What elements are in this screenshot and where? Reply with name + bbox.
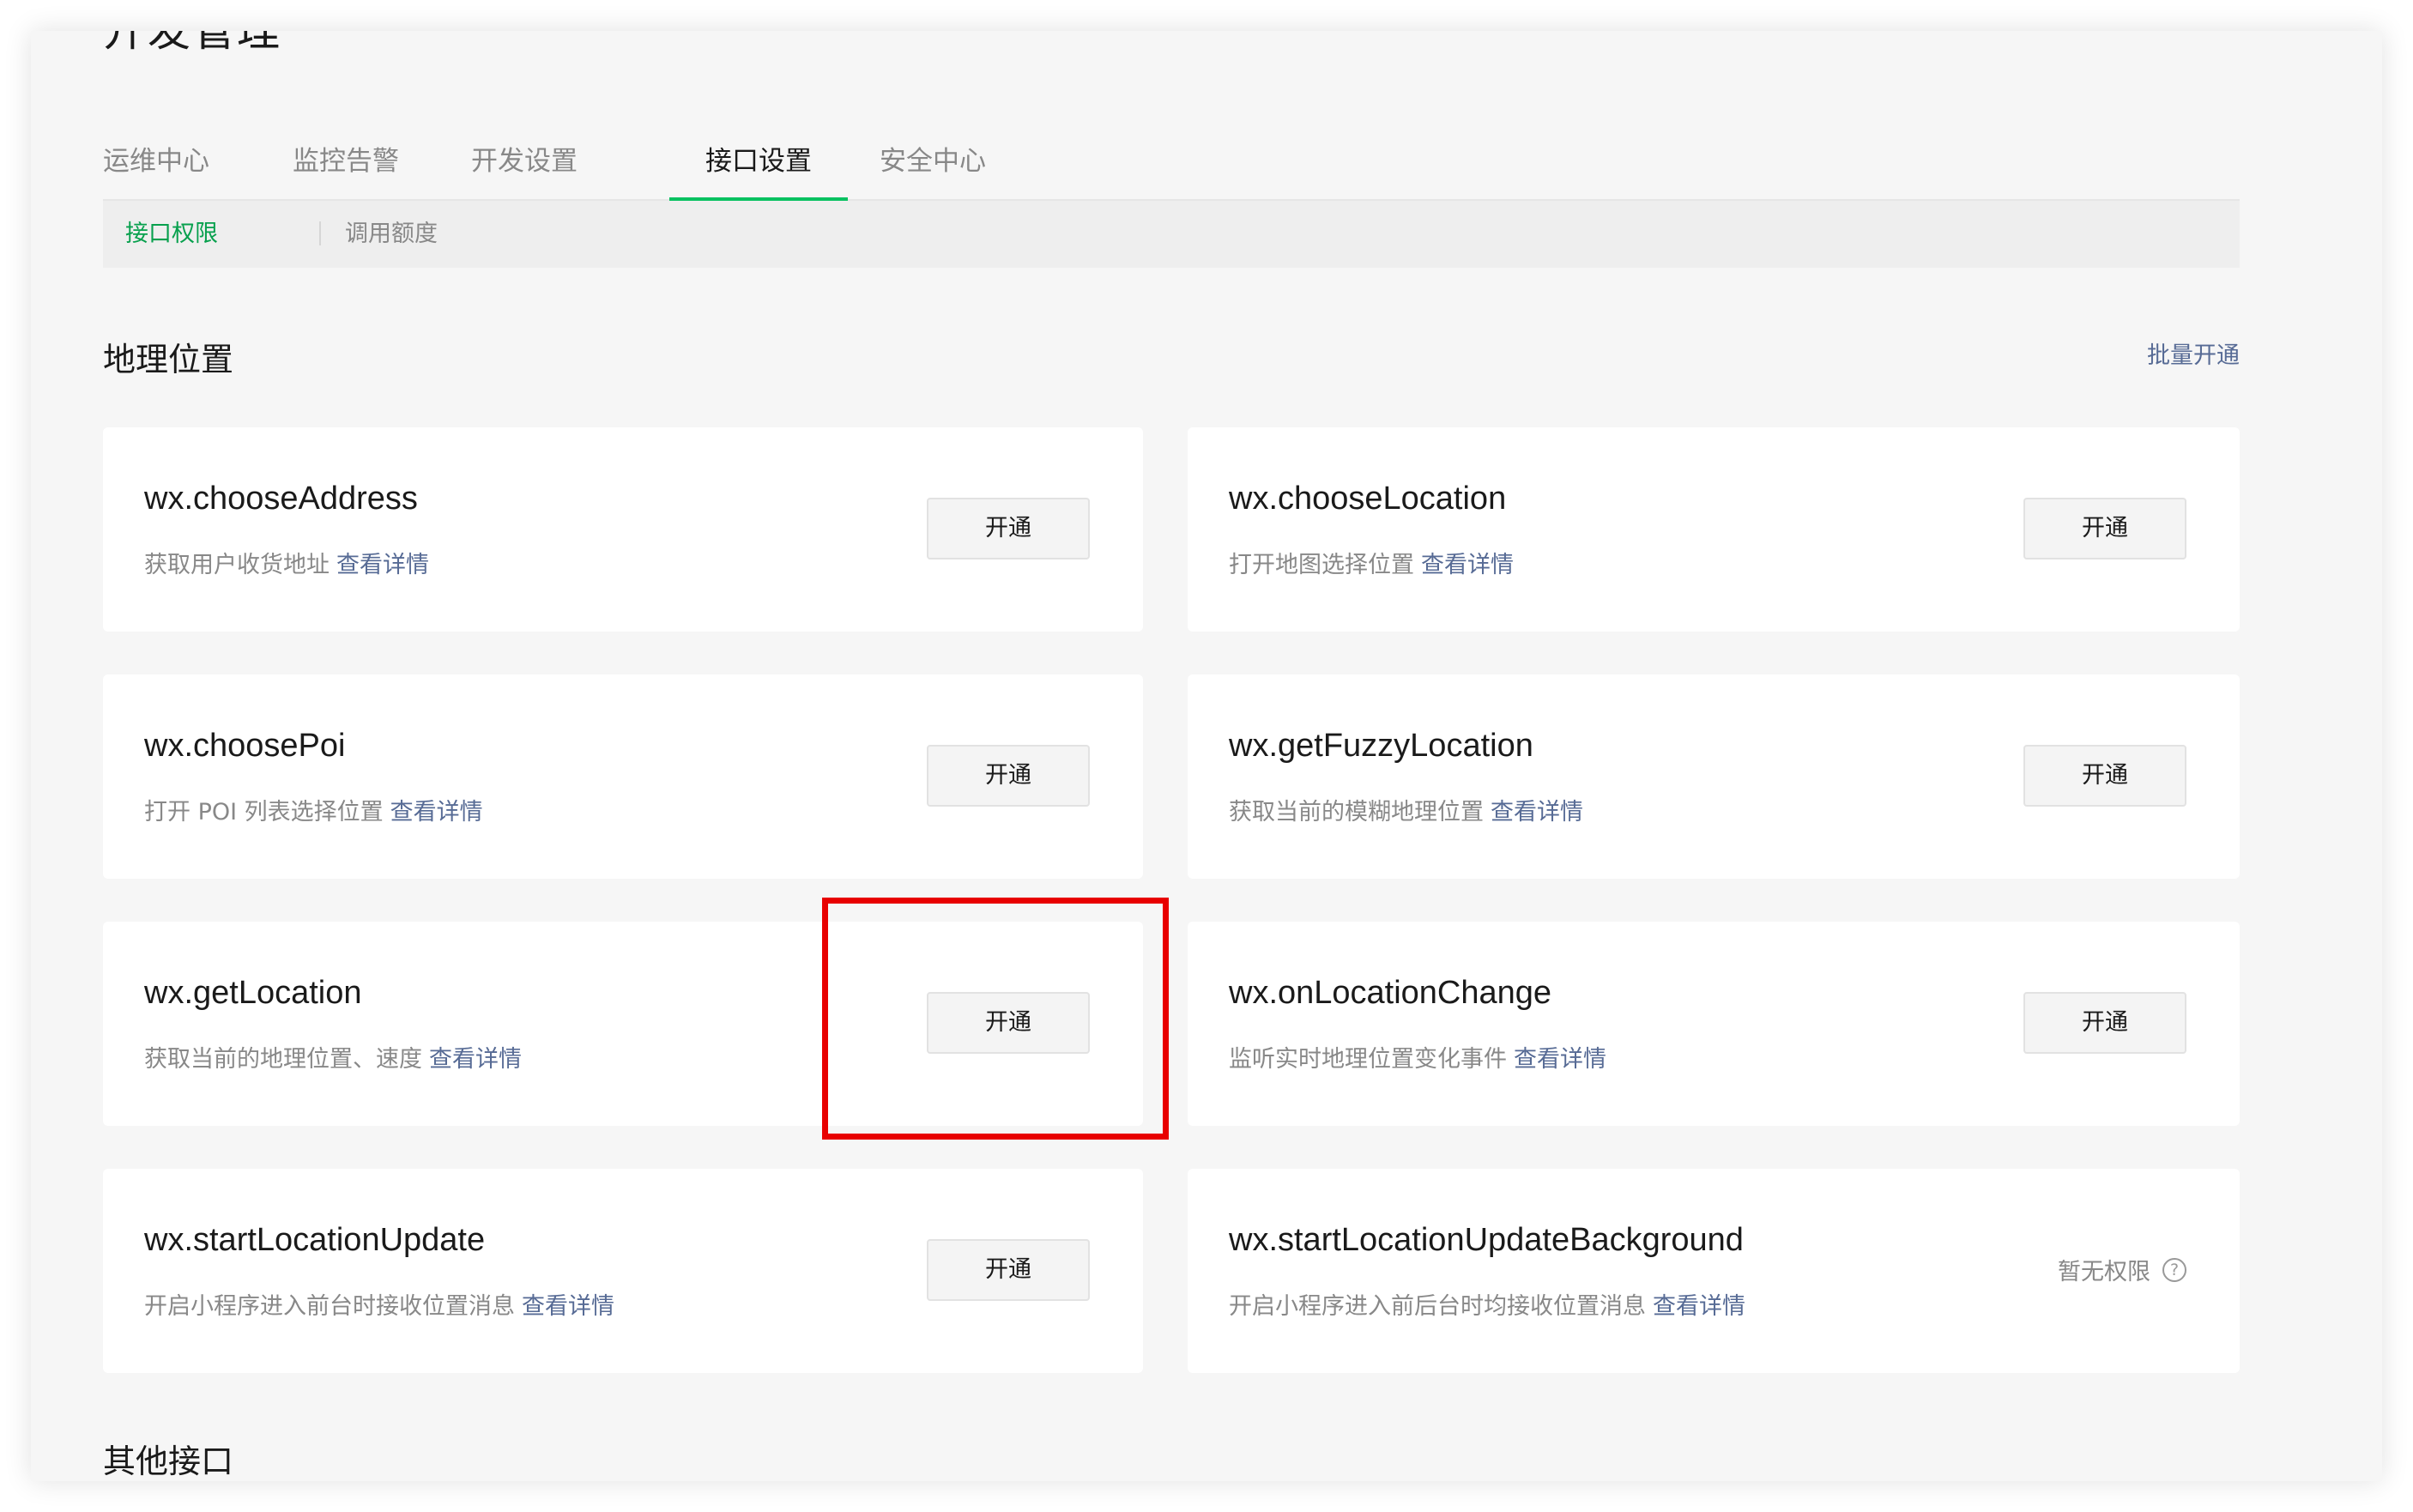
details-link[interactable]: 查看详情 bbox=[1653, 1293, 1745, 1320]
section-title-location: 地理位置 bbox=[103, 341, 234, 378]
api-card-get-location: wx.getLocation 获取当前的地理位置、速度 查看详情 开通 bbox=[103, 922, 1143, 1126]
app-window: 开发管理 运维中心 监控告警 开发设置 接口设置 安全中心 接口权限 调用额度 … bbox=[31, 31, 2382, 1481]
api-card-start-location-update-background: wx.startLocationUpdateBackground 开启小程序进入… bbox=[1188, 1169, 2240, 1373]
enable-button[interactable]: 开通 bbox=[927, 1239, 1090, 1301]
details-link[interactable]: 查看详情 bbox=[429, 1046, 522, 1073]
details-link[interactable]: 查看详情 bbox=[390, 799, 483, 826]
api-desc: 打开地图选择位置 查看详情 bbox=[1229, 552, 1514, 578]
no-permission-status: 暂无权限 ? bbox=[2058, 1253, 2186, 1286]
api-desc: 获取当前的地理位置、速度 查看详情 bbox=[144, 1046, 522, 1073]
tab-api-settings[interactable]: 接口设置 bbox=[669, 117, 848, 201]
api-name: wx.getFuzzyLocation bbox=[1229, 728, 1533, 764]
api-name: wx.onLocationChange bbox=[1229, 975, 1552, 1011]
subtab-api-permissions[interactable]: 接口权限 bbox=[125, 201, 218, 268]
api-desc: 开启小程序进入前台时接收位置消息 查看详情 bbox=[144, 1293, 614, 1320]
details-link[interactable]: 查看详情 bbox=[1514, 1046, 1606, 1073]
api-name: wx.getLocation bbox=[144, 975, 362, 1011]
details-link[interactable]: 查看详情 bbox=[522, 1293, 614, 1320]
tab-security-center[interactable]: 安全中心 bbox=[879, 117, 987, 199]
api-name: wx.startLocationUpdateBackground bbox=[1229, 1222, 1744, 1258]
api-desc: 打开 POI 列表选择位置 查看详情 bbox=[144, 799, 483, 826]
section-title-other: 其他接口 bbox=[103, 1442, 234, 1480]
status-text: 暂无权限 bbox=[2058, 1259, 2150, 1285]
subtab-call-quota[interactable]: 调用额度 bbox=[345, 201, 438, 268]
api-card-choose-poi: wx.choosePoi 打开 POI 列表选择位置 查看详情 开通 bbox=[103, 674, 1143, 879]
subtab-divider bbox=[319, 221, 321, 245]
batch-enable-link[interactable]: 批量开通 bbox=[2147, 336, 2240, 370]
enable-button[interactable]: 开通 bbox=[2023, 498, 2186, 559]
details-link[interactable]: 查看详情 bbox=[1491, 799, 1583, 826]
api-card-on-location-change: wx.onLocationChange 监听实时地理位置变化事件 查看详情 开通 bbox=[1188, 922, 2240, 1126]
api-desc: 开启小程序进入前后台时均接收位置消息 查看详情 bbox=[1229, 1293, 1745, 1320]
main-tabs: 运维中心 监控告警 开发设置 接口设置 安全中心 bbox=[103, 117, 2240, 201]
enable-button[interactable]: 开通 bbox=[927, 745, 1090, 807]
api-card-get-fuzzy-location: wx.getFuzzyLocation 获取当前的模糊地理位置 查看详情 开通 bbox=[1188, 674, 2240, 879]
tab-dev-settings[interactable]: 开发设置 bbox=[470, 117, 578, 199]
details-link[interactable]: 查看详情 bbox=[336, 552, 429, 578]
api-desc: 获取用户收货地址 查看详情 bbox=[144, 552, 429, 578]
page-title: 开发管理 bbox=[103, 31, 281, 56]
enable-button[interactable]: 开通 bbox=[2023, 745, 2186, 807]
details-link[interactable]: 查看详情 bbox=[1421, 552, 1514, 578]
enable-button[interactable]: 开通 bbox=[2023, 992, 2186, 1054]
enable-button[interactable]: 开通 bbox=[927, 992, 1090, 1054]
api-desc: 监听实时地理位置变化事件 查看详情 bbox=[1229, 1046, 1606, 1073]
api-name: wx.chooseAddress bbox=[144, 481, 418, 517]
tab-ops-center[interactable]: 运维中心 bbox=[103, 117, 209, 199]
api-card-start-location-update: wx.startLocationUpdate 开启小程序进入前台时接收位置消息查… bbox=[103, 1169, 1143, 1373]
api-name: wx.chooseLocation bbox=[1229, 481, 1507, 517]
tab-monitoring[interactable]: 监控告警 bbox=[292, 117, 400, 199]
api-desc: 获取当前的模糊地理位置 查看详情 bbox=[1229, 799, 1583, 826]
api-card-choose-address: wx.chooseAddress 获取用户收货地址 查看详情 开通 bbox=[103, 427, 1143, 632]
api-name: wx.choosePoi bbox=[144, 728, 346, 764]
sub-tabs: 接口权限 调用额度 bbox=[103, 201, 2240, 268]
enable-button[interactable]: 开通 bbox=[927, 498, 1090, 559]
help-icon[interactable]: ? bbox=[2162, 1257, 2186, 1282]
api-name: wx.startLocationUpdate bbox=[144, 1222, 486, 1258]
api-card-choose-location: wx.chooseLocation 打开地图选择位置 查看详情 开通 bbox=[1188, 427, 2240, 632]
